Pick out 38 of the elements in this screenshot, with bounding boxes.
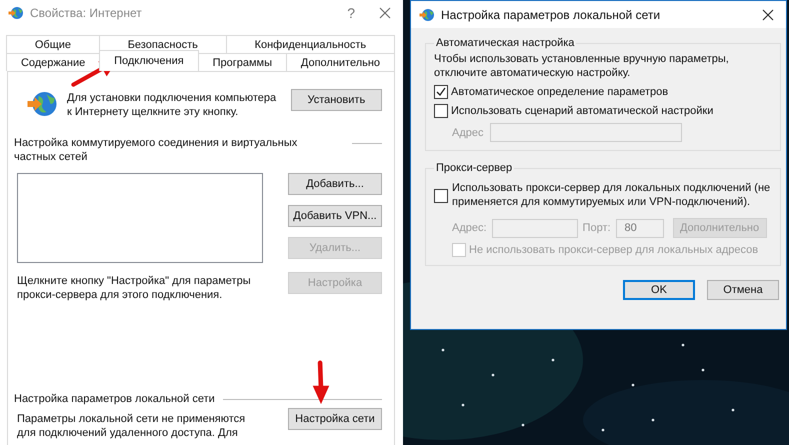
field-label: Порт: — [582, 221, 611, 235]
close-icon[interactable] — [762, 8, 774, 20]
window-title: Свойства: Интернет — [30, 6, 143, 20]
checkbox-label: Использовать прокси-сервер для локальных подключений (не применяется для коммутируемых или VPN-подключений). — [452, 181, 772, 209]
checkbox-label: Автоматическое определение параметров — [451, 85, 668, 99]
globe-icon — [8, 5, 24, 21]
checkbox-label: Использовать сценарий автоматической настройки — [451, 104, 714, 118]
setup-button[interactable]: Установить — [290, 89, 382, 111]
dialog-button[interactable]: OK — [623, 280, 695, 300]
dialog-title: Настройка параметров локальной сети — [441, 8, 662, 22]
checkbox[interactable] — [434, 104, 448, 118]
group-title: Прокси-сервер — [435, 161, 514, 175]
checkbox-label: Не использовать прокси-сервер для локальных адресов — [469, 243, 758, 257]
help-button[interactable]: ? — [329, 5, 373, 21]
checkbox[interactable] — [434, 85, 448, 99]
setup-description: Для установки подключения компьютера к Интернету щелкните эту кнопку. — [67, 91, 278, 119]
action-button[interactable]: Добавить VPN... — [288, 205, 382, 227]
section-title: Настройка коммутируемого соединения и виртуальных частных сетей — [14, 136, 298, 164]
pointer-arrow — [312, 360, 330, 404]
lan-description: Параметры локальной сети не применяются для подключений удаленного доступа. Для — [17, 412, 246, 440]
action-button[interactable]: Добавить... — [288, 173, 382, 195]
group-description: Чтобы использовать установленные вручную параметры, отключите автоматическую настройку. — [434, 52, 730, 80]
globe-icon — [419, 6, 435, 22]
tab[interactable]: Дополнительно — [286, 53, 395, 71]
field-label: Адрес: — [452, 221, 487, 235]
group-title: Автоматическая настройка — [435, 36, 576, 50]
tab[interactable]: Программы — [198, 53, 287, 71]
connections-list[interactable] — [17, 173, 263, 263]
section-title: Настройка параметров локальной сети — [14, 392, 215, 406]
tab[interactable]: Содержание — [6, 53, 100, 71]
tab[interactable]: Конфиденциальность — [226, 35, 395, 53]
lan-settings-button[interactable]: Настройка сети — [288, 408, 382, 430]
address-field[interactable] — [490, 123, 682, 142]
tab[interactable]: Общие — [6, 35, 100, 53]
field-label: Адрес — [452, 126, 484, 140]
proxy-hint: Щелкните кнопку "Настройка" для параметры прокси-сервера для этого подключения. — [17, 274, 252, 302]
dialog-button[interactable]: Отмена — [707, 280, 779, 300]
tab[interactable]: Подключения — [99, 50, 199, 71]
